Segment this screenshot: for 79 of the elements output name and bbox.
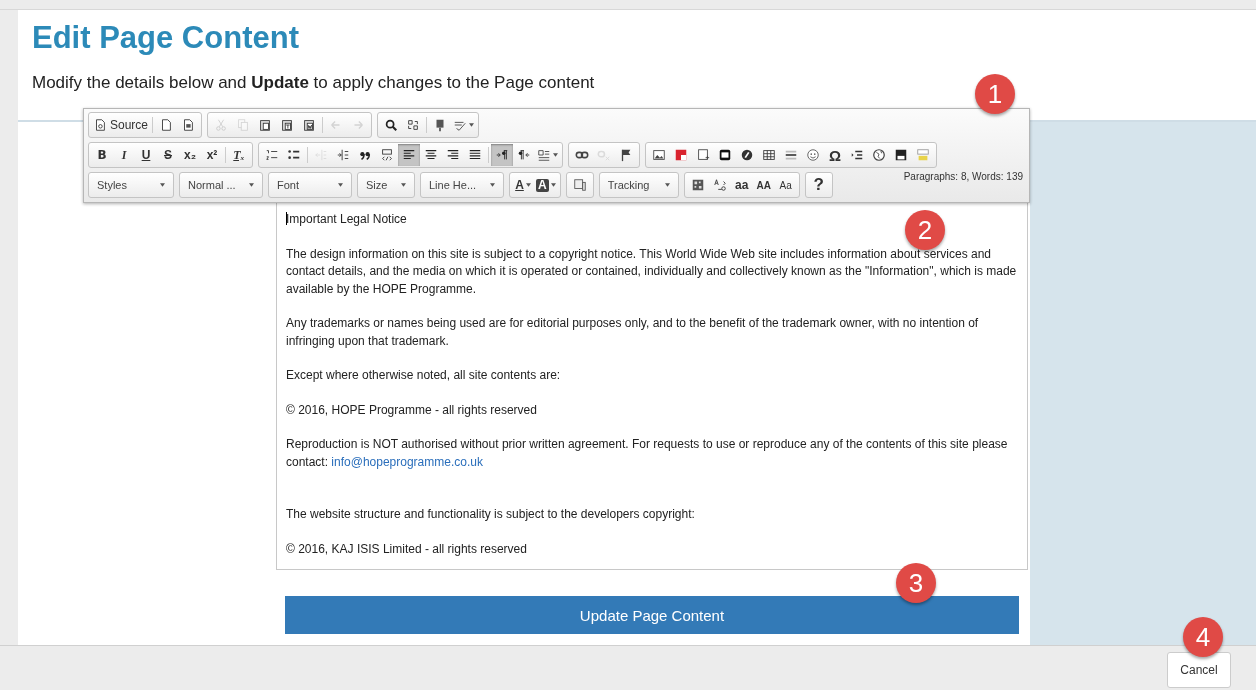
caret-icon [664, 183, 670, 187]
device-icon [572, 178, 587, 192]
paragraph: Any trademarks or names being used are for editorial purposes only, and to the benefit of the trademark owner, with no intention of infringing upon that trademark. [286, 315, 980, 350]
cancel-button[interactable]: Cancel [1167, 652, 1231, 688]
qr-code-icon [690, 178, 705, 192]
horizontal-rule-icon [784, 148, 798, 162]
paragraph: © 2016, HOPE Programme - all rights reserved [286, 401, 538, 419]
caret-icon [401, 183, 406, 187]
caret-icon [338, 183, 343, 187]
page-icon [159, 118, 174, 132]
paragraph: Except where otherwise noted, all site contents are: [286, 367, 562, 384]
caret-icon [160, 183, 165, 187]
title-case-button[interactable]: Aa [774, 174, 797, 196]
scissors-icon [214, 118, 229, 132]
superscript-button[interactable]: x² [201, 144, 223, 166]
unlink-icon [597, 148, 611, 162]
italic-button[interactable]: I [113, 144, 135, 166]
div-block-icon [380, 148, 394, 162]
caret-icon [550, 183, 556, 187]
update-button[interactable]: Update Page Content [285, 596, 1019, 634]
paragraph: Reproduction is NOT authorised without prior written agreement. For requests to use or reproduce any of the contents of this site please contact: info@hopeprogramme.co.uk [286, 436, 1009, 471]
source-button[interactable]: Source [91, 114, 151, 136]
caret-icon [525, 183, 531, 187]
frame-icon [696, 148, 710, 162]
underline-button[interactable]: U [135, 144, 157, 166]
dropdown[interactable]: Normal ... [182, 174, 260, 196]
media-icon [718, 148, 732, 162]
caret-icon [249, 183, 254, 187]
compass-icon [740, 148, 754, 162]
special-character-button[interactable]: Ω [824, 144, 846, 166]
dropdown[interactable]: Line He... [423, 174, 501, 196]
align-left-icon [402, 148, 416, 162]
image-icon [652, 148, 666, 162]
background-color-button[interactable]: A [534, 174, 558, 196]
align-right-icon [446, 148, 460, 162]
word-count: Paragraphs: 8, Words: 139 [903, 171, 1023, 182]
caret-icon [490, 183, 495, 187]
clipboard-icon [302, 118, 317, 132]
page-title: Edit Page Content [32, 20, 300, 56]
dropdown[interactable]: Size [360, 174, 412, 196]
align-center-icon [424, 148, 438, 162]
search-icon [384, 118, 399, 132]
justify-icon [468, 148, 482, 162]
lowercase-button[interactable]: aa [730, 174, 753, 196]
dropdown[interactable]: Styles [91, 174, 171, 196]
clear-format-button[interactable]: Tₓ [228, 144, 250, 166]
replace-icon [406, 118, 421, 132]
paragraph: © 2016, KAJ ISIS Limited - all rights reserved [286, 540, 528, 558]
subscript-button[interactable]: x₂ [179, 144, 201, 166]
dropdown[interactable]: Tracking [601, 174, 676, 196]
indent-icon [336, 148, 350, 162]
caret-icon [553, 153, 558, 157]
smiley-icon [806, 148, 820, 162]
bold-button[interactable]: B [91, 144, 113, 166]
strikethrough-button[interactable]: S [157, 144, 179, 166]
copy-icon [236, 118, 251, 132]
help-button[interactable]: ? [807, 174, 830, 196]
clipboard-icon [280, 118, 295, 132]
video-icon [894, 148, 908, 162]
pilcrow-icon [495, 148, 509, 162]
uppercase-button[interactable]: AA [752, 174, 775, 196]
flag-icon [619, 148, 633, 162]
clipboard-icon [258, 118, 273, 132]
outdent-icon [314, 148, 328, 162]
document-icon [181, 118, 196, 132]
text-color-button[interactable]: A [512, 174, 534, 196]
numbered-list-icon [265, 148, 279, 162]
document-icon [93, 118, 107, 132]
pilcrow-icon [517, 148, 531, 162]
instructions: Modify the details below and Update to apply changes to the Page content [32, 73, 596, 93]
dropdown[interactable]: Font [271, 174, 349, 196]
pilcrow-button[interactable] [491, 144, 513, 166]
globe-icon [872, 148, 886, 162]
paragraph: Important Legal Notice [286, 211, 408, 228]
bullet-list-icon [287, 148, 301, 162]
table-icon [762, 148, 776, 162]
email-link[interactable]: info@hopeprogramme.co.uk [331, 454, 483, 469]
align-left-button[interactable] [398, 144, 420, 166]
paragraph: The website structure and functionality is subject to the developers copyright: [286, 506, 696, 523]
